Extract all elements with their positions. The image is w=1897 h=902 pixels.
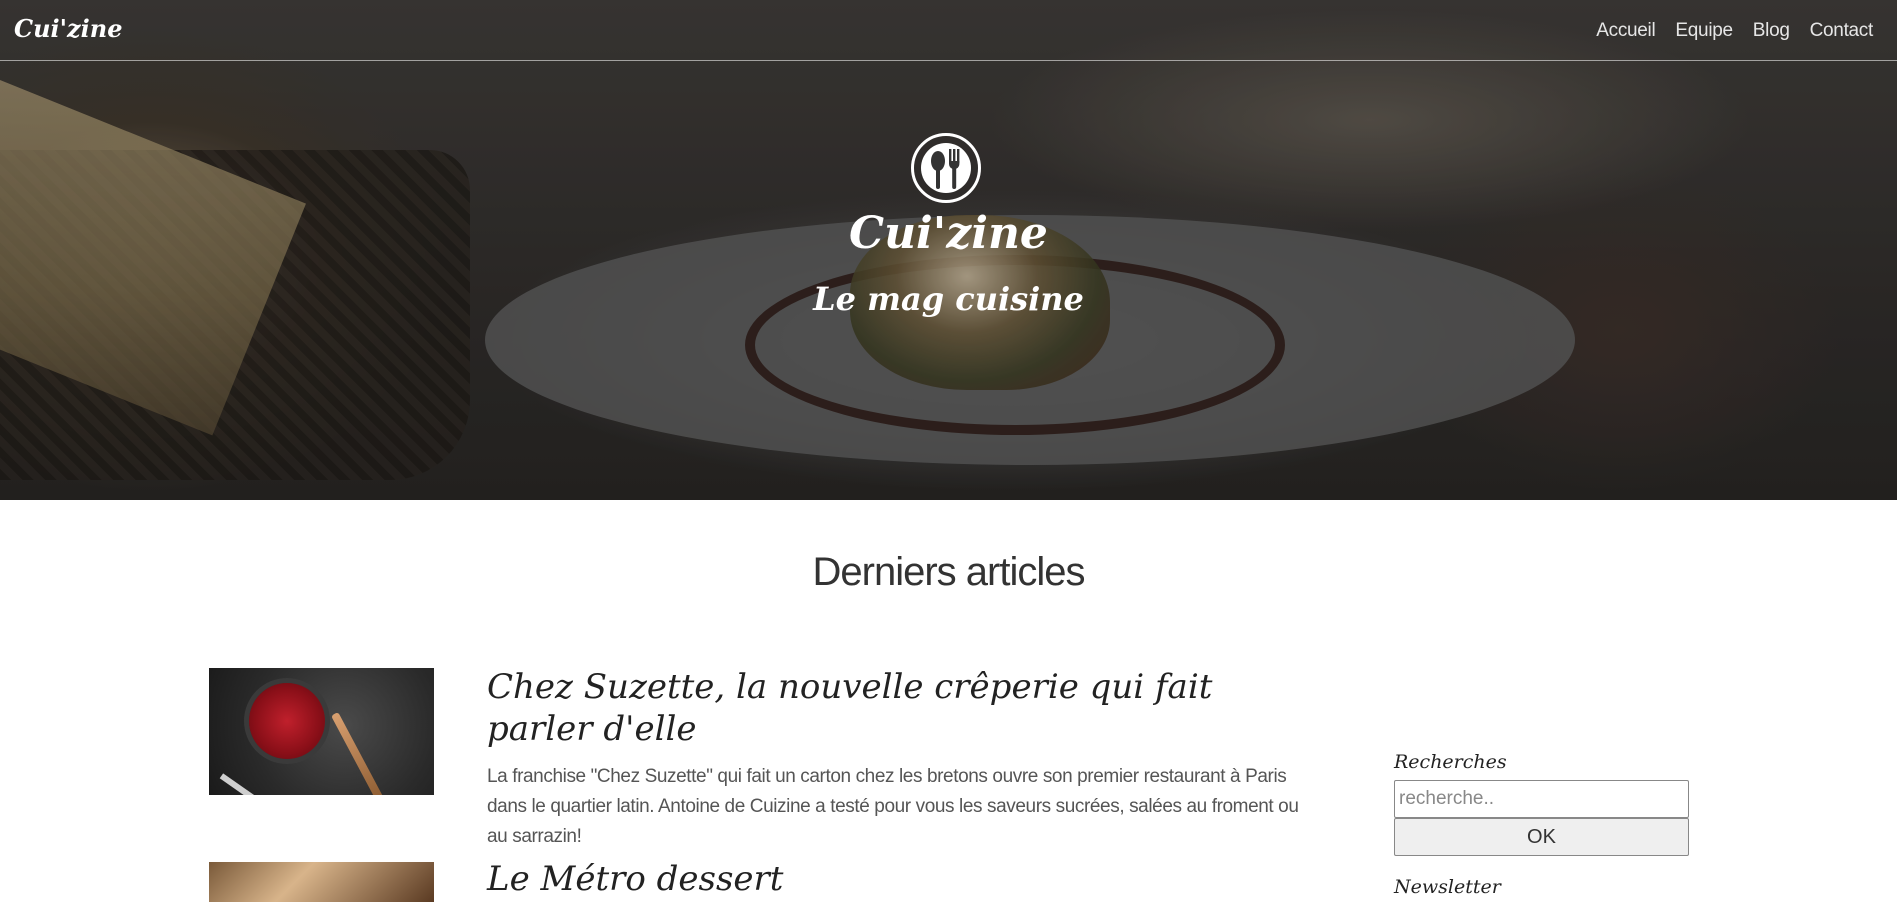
hero-subtitle: Le mag cuisine <box>813 280 1084 318</box>
search-input[interactable] <box>1394 780 1689 818</box>
article-thumbnail[interactable] <box>209 668 434 795</box>
top-navbar: Cui'zine Accueil Equipe Blog Contact <box>0 0 1897 61</box>
section-title: Derniers articles <box>812 550 1086 594</box>
search-ok-button[interactable]: OK <box>1394 818 1689 856</box>
nav-link-accueil[interactable]: Accueil <box>1596 20 1655 42</box>
newsletter-label: Newsletter <box>1394 876 1501 898</box>
hero-title: Cui'zine <box>849 208 1048 259</box>
nav-link-equipe[interactable]: Equipe <box>1675 20 1733 42</box>
spoon-fork-icon <box>911 133 981 203</box>
fork-image <box>219 773 273 795</box>
article-thumbnail[interactable] <box>209 862 434 902</box>
article-title[interactable]: Le Métro dessert <box>487 858 1287 900</box>
knife-image <box>330 711 386 795</box>
hero-banner: Cui'zine Accueil Equipe Blog Contact Cui… <box>0 0 1897 500</box>
nav-link-blog[interactable]: Blog <box>1753 20 1790 42</box>
nav-link-contact[interactable]: Contact <box>1810 20 1874 42</box>
article-title[interactable]: Chez Suzette, la nouvelle crêperie qui f… <box>487 666 1287 750</box>
raspberry-bowl-image <box>249 683 325 759</box>
search-label: Recherches <box>1394 751 1507 773</box>
brand-logo[interactable]: Cui'zine <box>14 14 122 43</box>
main-nav: Accueil Equipe Blog Contact <box>1596 20 1873 42</box>
article-excerpt: La franchise "Chez Suzette" qui fait un … <box>487 766 1299 847</box>
